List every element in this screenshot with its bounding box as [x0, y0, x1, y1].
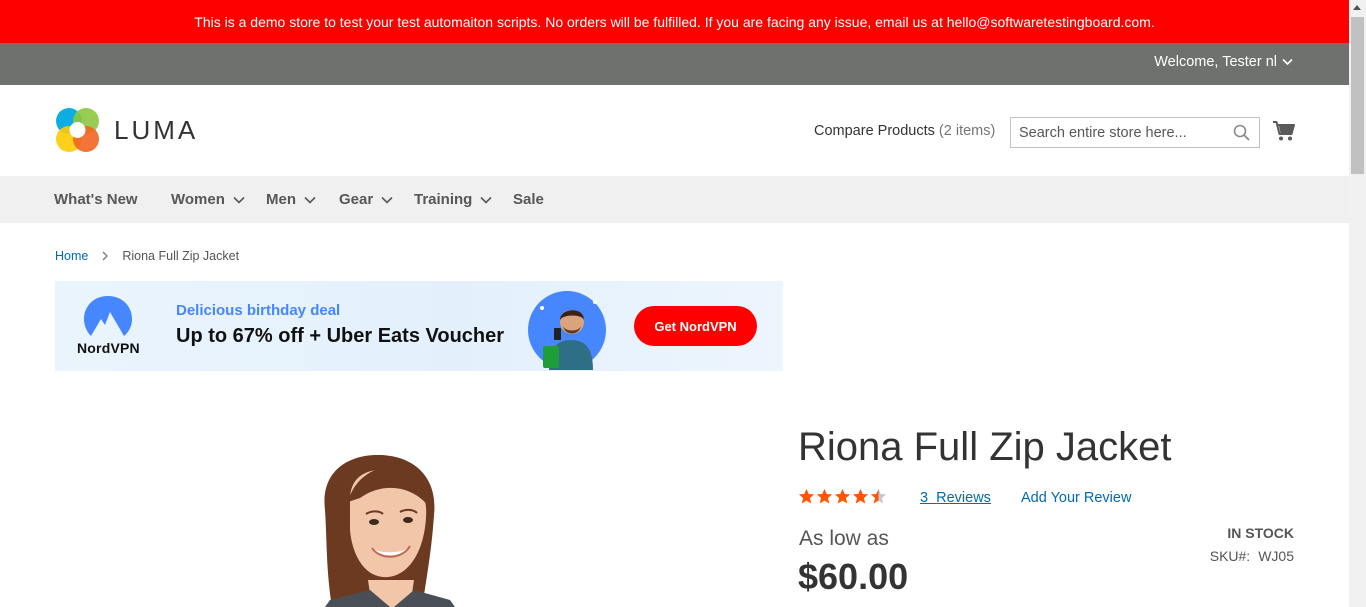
product-price: $60.00: [798, 556, 909, 597]
nav-item-whats-new[interactable]: What's New: [54, 191, 138, 208]
add-review-link[interactable]: Add Your Review: [1021, 490, 1131, 506]
star-icon: [798, 488, 815, 504]
welcome-text: Welcome, Tester nl: [1154, 54, 1277, 70]
search-icon[interactable]: [1233, 124, 1250, 141]
compare-products-link[interactable]: Compare Products (2 items): [814, 123, 995, 139]
star-icon: [852, 488, 869, 504]
header: LUMA Compare Products (2 items): [0, 85, 1349, 176]
nav-item-training[interactable]: Training: [414, 191, 492, 208]
demo-notice-text: This is a demo store to test your test a…: [194, 13, 1155, 30]
reviews-count: 3: [920, 490, 929, 506]
nav-item-men[interactable]: Men: [266, 191, 316, 208]
product-sku: SKU#: WJ05: [1210, 548, 1294, 564]
breadcrumb-home[interactable]: Home: [55, 249, 88, 263]
reviews-label: Reviews: [936, 490, 991, 506]
sku-value: WJ05: [1258, 548, 1294, 564]
ad-headline: Up to 67% off + Uber Eats Voucher: [176, 325, 505, 347]
get-nordvpn-button[interactable]: Get NordVPN: [634, 306, 757, 346]
star-icon: [834, 488, 851, 504]
nordvpn-mountain-icon: [84, 296, 133, 336]
rating-stars: [798, 488, 887, 505]
star-half-icon: [870, 488, 887, 504]
chevron-down-icon: [304, 196, 316, 204]
welcome-menu[interactable]: Welcome, Tester nl: [1154, 54, 1293, 70]
main-navigation: What's New Women Men Gear Training Sale: [0, 176, 1349, 223]
breadcrumb-current: Riona Full Zip Jacket: [122, 249, 240, 263]
chevron-down-icon: [381, 196, 393, 204]
star-icon: [816, 488, 833, 504]
nav-item-women[interactable]: Women: [171, 191, 245, 208]
chevron-down-icon: [233, 196, 245, 204]
scroll-up-arrow-icon[interactable]: [1353, 5, 1361, 10]
reviews-link[interactable]: 3 Reviews: [920, 490, 991, 506]
demo-store-notice: This is a demo store to test your test a…: [0, 0, 1349, 43]
logo-text: LUMA: [114, 114, 199, 145]
luma-logo[interactable]: LUMA: [55, 107, 198, 153]
cart-icon[interactable]: [1272, 120, 1296, 142]
sku-label: SKU#:: [1209, 548, 1251, 564]
scrollbar-thumb[interactable]: [1351, 17, 1364, 174]
stock-status: In stock: [1227, 525, 1294, 541]
nav-label: Sale: [513, 191, 544, 208]
search-input[interactable]: [1011, 118, 1221, 147]
ad-deal-text: Delicious birthday deal: [176, 302, 341, 319]
breadcrumb: Home Riona Full Zip Jacket: [55, 249, 239, 263]
nav-label: Women: [171, 191, 225, 208]
nav-label: Men: [266, 191, 296, 208]
compare-label: Compare Products: [814, 123, 935, 139]
ad-brand-name: NordVPN: [77, 340, 140, 356]
product-image[interactable]: [310, 440, 480, 607]
price-label: As low as: [799, 527, 889, 550]
nav-label: Training: [414, 191, 473, 208]
luma-logo-icon: [56, 108, 99, 152]
compare-count: (2 items): [938, 123, 996, 139]
nordvpn-ad-banner[interactable]: NordVPN Delicious birthday deal Up to 67…: [55, 281, 783, 371]
page-scrollbar[interactable]: [1349, 0, 1366, 607]
nordvpn-logo: NordVPN: [77, 295, 140, 356]
nav-item-sale[interactable]: Sale: [513, 191, 544, 208]
search-box: [1010, 117, 1260, 148]
chevron-down-icon: [480, 196, 492, 204]
nav-label: Gear: [339, 191, 374, 208]
product-title: Riona Full Zip Jacket: [798, 425, 1172, 469]
ad-person-illustration: [528, 291, 606, 370]
chevron-right-icon: [102, 251, 109, 261]
top-bar: Welcome, Tester nl: [0, 43, 1349, 85]
chevron-down-icon: [1282, 58, 1293, 66]
nav-label: What's New: [54, 191, 138, 208]
nav-item-gear[interactable]: Gear: [339, 191, 393, 208]
